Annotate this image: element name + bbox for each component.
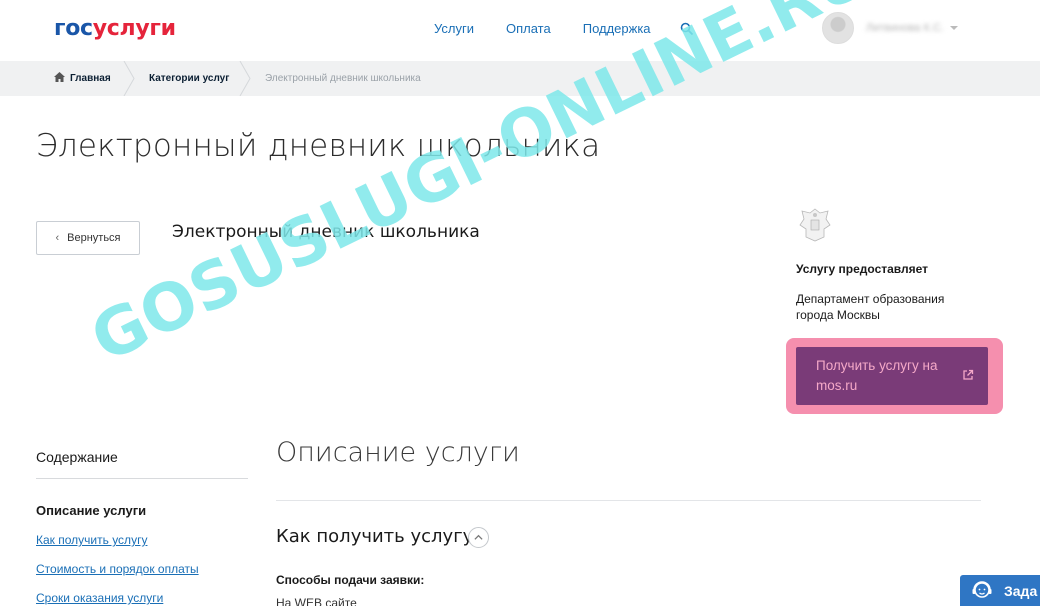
get-service-button[interactable]: Получить услугу на mos.ru [796,347,988,405]
toc-link-how[interactable]: Как получить услугу [36,533,147,547]
toc-divider [36,478,248,479]
logo-part-gos: гос [54,16,93,41]
ask-question-widget[interactable]: Зада [960,575,1040,606]
breadcrumb-separator [123,61,135,96]
chevron-left-icon: ‹ [55,232,60,244]
user-name[interactable]: Литвинова К.С. [866,22,944,34]
provider-label: Услугу предоставляет [796,262,929,276]
section-divider [276,500,981,501]
gosuslugi-logo[interactable]: госуслуги [54,16,176,41]
nav-payment[interactable]: Оплата [506,21,551,36]
logo-part-uslugi: услуги [92,16,176,41]
toc-link-terms[interactable]: Сроки оказания услуги [36,591,163,605]
nav-support[interactable]: Поддержка [583,21,651,36]
coat-of-arms-icon [799,208,831,242]
nav-services[interactable]: Услуги [434,21,474,36]
support-agent-icon [972,580,992,598]
breadcrumb-home[interactable]: Главная [54,61,111,96]
breadcrumb-separator [239,61,251,96]
breadcrumb-categories[interactable]: Категории услуг [149,61,229,96]
back-button[interactable]: ‹ Вернуться [36,221,140,255]
header: госуслуги Услуги Оплата Поддержка Литвин… [0,0,1040,61]
get-service-label: Получить услугу на mos.ru [816,358,938,393]
chat-label: Зада [1004,582,1038,599]
section-title: Описание услуги [276,437,520,468]
provider-name: Департамент образования города Москвы [796,292,945,322]
home-icon [54,72,65,82]
methods-value: На WEB сайте [276,596,357,606]
chevron-down-icon[interactable] [949,26,958,30]
external-link-icon [963,369,974,380]
toc-link-cost[interactable]: Стоимость и порядок оплаты [36,562,199,576]
breadcrumb: Главная Категории услуг Электронный днев… [0,61,1040,96]
toc-item-active[interactable]: Описание услуги [36,503,146,518]
toc-title: Содержание [36,449,118,465]
back-button-label: Вернуться [67,232,121,244]
breadcrumb-current: Электронный дневник школьника [265,73,421,84]
methods-label: Способы подачи заявки: [276,573,425,587]
chevron-up-icon[interactable] [468,527,489,548]
how-to-get-title: Как получить услугу [276,526,474,547]
breadcrumb-home-label: Главная [70,73,111,84]
